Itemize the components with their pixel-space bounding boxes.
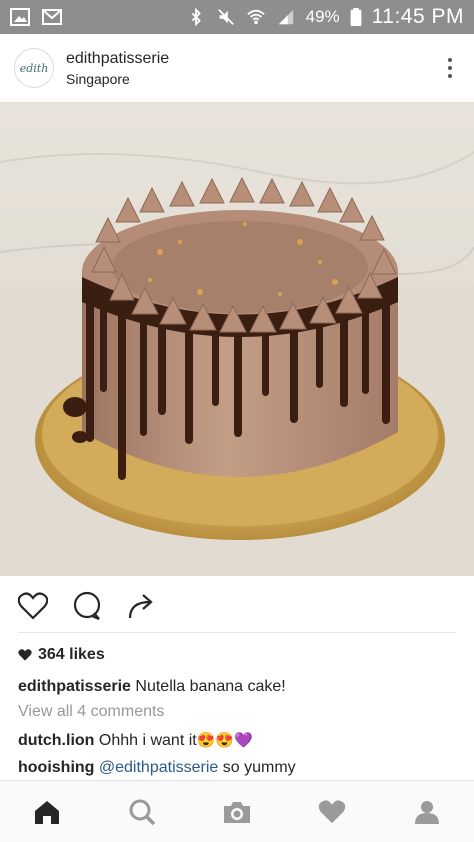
like-button[interactable] (16, 589, 50, 623)
comment-username[interactable]: hooishing (18, 759, 94, 776)
post-username[interactable]: edithpatisserie (66, 50, 169, 68)
post-location[interactable]: Singapore (66, 71, 169, 87)
share-button[interactable] (124, 589, 158, 623)
heart-filled-icon (18, 649, 32, 661)
comment-button[interactable] (70, 589, 104, 623)
nav-camera-button[interactable] (217, 792, 257, 832)
comment-username[interactable]: dutch.lion (18, 732, 94, 749)
divider (18, 632, 456, 633)
nav-profile-button[interactable] (407, 792, 447, 832)
battery-percentage: 49% (305, 7, 340, 26)
gallery-icon (10, 8, 30, 26)
post-header: edith edithpatisserie Singapore (0, 34, 474, 102)
profile-icon (414, 800, 439, 824)
nav-search-button[interactable] (122, 792, 162, 832)
cake-illustration (0, 102, 474, 576)
caption-username[interactable]: edithpatisserie (18, 678, 131, 695)
avatar[interactable]: edith (14, 48, 54, 88)
heart-icon (318, 799, 346, 823)
search-icon (129, 799, 156, 825)
home-icon (35, 800, 60, 824)
more-dot-icon (448, 74, 452, 78)
camera-icon (223, 801, 250, 823)
comment-mention[interactable]: @edithpatisserie (99, 759, 218, 776)
likes-count[interactable]: 364 likes (18, 646, 105, 664)
signal-icon (278, 9, 293, 25)
comment-emoji: 😍😍💜 (196, 732, 253, 749)
bluetooth-icon (191, 8, 201, 26)
bottom-navigation (0, 780, 474, 842)
status-bar: 49% 11:45 PM (0, 0, 474, 34)
share-arrow-icon (128, 594, 153, 619)
comment-item: dutch.lion Ohhh i want it😍😍💜 (18, 730, 458, 752)
status-time: 11:45 PM (371, 5, 464, 28)
comment-text: so yummy (218, 759, 296, 776)
comment-item: hooishing @edithpatisserie so yummy (18, 757, 458, 779)
mute-icon (217, 9, 234, 25)
heart-outline-icon (18, 592, 48, 620)
post-caption: edithpatisserie Nutella banana cake! (18, 676, 458, 698)
comment-text: Ohhh i want it (98, 732, 197, 749)
header-text: edithpatisserie Singapore (66, 50, 169, 87)
caption-text: Nutella banana cake! (135, 678, 286, 695)
avatar-logo-text: edith (19, 61, 49, 75)
status-left (10, 8, 62, 26)
likes-text: 364 likes (38, 646, 105, 663)
battery-icon (350, 8, 362, 26)
comment-bubble-icon (73, 591, 101, 621)
view-all-comments-link[interactable]: View all 4 comments (18, 703, 164, 721)
more-options-button[interactable] (440, 53, 460, 83)
status-right: 49% 11:45 PM (186, 5, 464, 29)
nav-activity-button[interactable] (312, 792, 352, 832)
post-photo[interactable] (0, 102, 474, 576)
wifi-icon (246, 9, 265, 25)
more-dot-icon (448, 58, 452, 62)
gmail-icon (42, 9, 62, 25)
nav-home-button[interactable] (27, 792, 67, 832)
more-dot-icon (448, 66, 452, 70)
action-bar (0, 584, 474, 628)
